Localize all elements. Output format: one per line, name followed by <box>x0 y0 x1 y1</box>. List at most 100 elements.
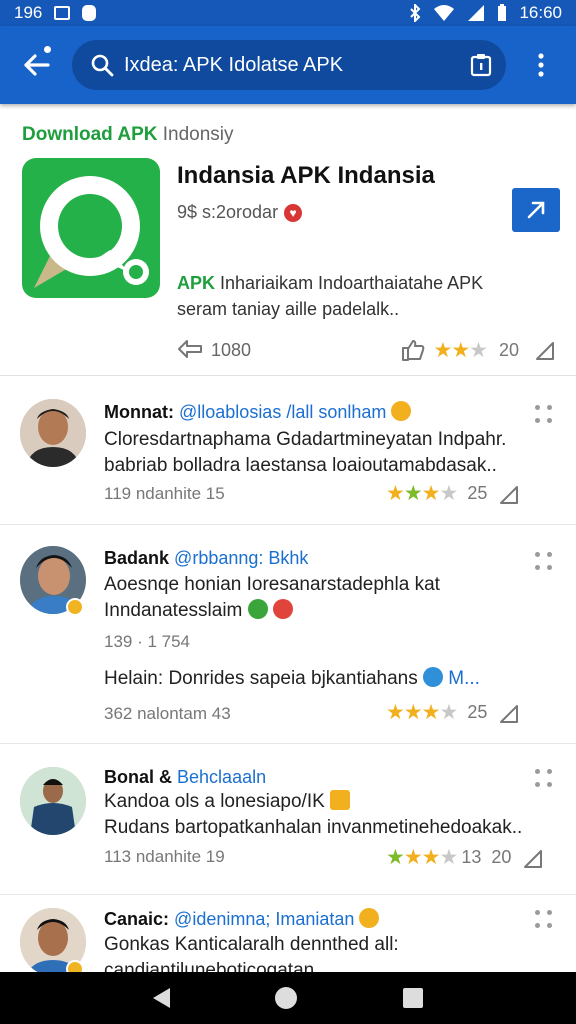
review-item[interactable]: Monnat: @lloablosias /lall sonlham Clore… <box>0 377 576 525</box>
avatar[interactable] <box>20 767 86 835</box>
review-rating-value: 20 <box>491 847 512 867</box>
review-line: Aoesnqe honian Ioresanarstadephla kat <box>104 574 440 595</box>
app-notification-icon <box>82 5 97 21</box>
notification-dot <box>44 46 51 53</box>
review-header: Monnat: @lloablosias /lall sonlham <box>104 401 412 423</box>
back-button[interactable] <box>0 26 72 104</box>
status-time: 16:60 <box>519 3 562 22</box>
review-stars: ★ ★ ★ ★ <box>386 482 458 505</box>
review-line: Cloresdartnaphama Gdadartmineyatan Indpa… <box>104 429 507 450</box>
clipboard-icon[interactable] <box>470 53 492 77</box>
avatar[interactable] <box>20 399 86 467</box>
review-rating-value: 25 <box>467 483 488 503</box>
app-rating-value: 20 <box>498 339 519 360</box>
review-more-button[interactable] <box>532 910 556 932</box>
verified-badge-icon <box>66 598 84 616</box>
card-actions: 1080 ★ ★ ★ 20 <box>177 336 557 364</box>
reviewer-name: Monnat: <box>104 402 174 422</box>
chat-bubble-logo-icon <box>34 176 149 288</box>
emoji-icon <box>423 667 443 687</box>
review-stars: ★ ★ ★ ★ <box>386 701 458 724</box>
review-line: babriab bolladra laestansa loaioutamabda… <box>104 455 497 476</box>
app-star-rating: ★ ★ ★ <box>433 338 487 362</box>
review-header: Badank @rbbanng: Bkhk <box>104 548 308 569</box>
open-external-button[interactable] <box>512 188 560 232</box>
reply-label: Helain: <box>104 668 164 689</box>
emoji-icon <box>391 401 412 421</box>
review-line: Rudans bartopatkanhalan invanmetinehedoa… <box>104 817 523 838</box>
card-heading: Download APK Indonsiy <box>22 124 234 146</box>
nav-back-icon[interactable] <box>152 988 170 1008</box>
nav-recents-icon[interactable] <box>403 988 424 1008</box>
like-count: 1080 <box>211 339 252 360</box>
review-rating-value: 25 <box>467 702 488 722</box>
share-icon[interactable] <box>497 702 521 724</box>
review-more-button[interactable] <box>532 405 556 427</box>
share-icon[interactable] <box>497 483 521 505</box>
review-line-with-emoji: Kandoa ols a lonesiapo/IK <box>104 789 524 815</box>
review-item[interactable]: Bonal & Behclaaaln Kandoa ols a lonesiap… <box>0 745 576 895</box>
review-line-with-emoji: Inndanatesslaim <box>104 598 524 624</box>
thumbs-up-icon[interactable] <box>401 339 425 361</box>
more-vertical-icon <box>538 53 544 77</box>
review-body: Kandoa ols a lonesiapo/IK Rudans bartopa… <box>104 789 524 841</box>
review-line: candiantiluneboticogatan <box>104 960 315 972</box>
review-extra-count: 13 <box>461 847 482 867</box>
reply-handle[interactable]: M... <box>448 668 480 689</box>
system-nav-bar <box>0 972 576 1024</box>
status-right: 16:60 <box>409 3 562 23</box>
back-arrow-icon <box>24 54 50 76</box>
review-meta: 362 nalontam 43 <box>104 704 231 723</box>
reviewer-name: Bonal & <box>104 767 173 787</box>
emoji-icon <box>272 599 293 619</box>
review-header: Bonal & Behclaaaln <box>104 767 266 788</box>
heart-icon: ♥ <box>284 203 303 222</box>
review-more-button[interactable] <box>532 552 556 574</box>
review-body: Gonkas Kanticalaralh dennthed all: candi… <box>104 932 524 972</box>
bluetooth-icon <box>410 4 421 22</box>
battery-icon <box>498 4 507 21</box>
review-more-button[interactable] <box>532 769 556 791</box>
reviewer-handle[interactable]: @rbbanng: Bkhk <box>174 548 308 568</box>
review-item[interactable]: Badank @rbbanng: Bkhk Aoesnqe honian Ior… <box>0 526 576 744</box>
review-time: 139 · 1 754 <box>104 632 191 651</box>
overflow-menu-button[interactable] <box>506 26 576 104</box>
heading-primary: Download APK <box>22 124 158 145</box>
search-bar[interactable]: Ixdea: APK Idolatse APK <box>72 40 506 90</box>
user-photo-icon <box>20 399 86 467</box>
review-stars: ★ ★ ★ ★ <box>386 846 458 869</box>
status-left: 196 <box>14 3 97 23</box>
emoji-icon <box>359 908 380 928</box>
wifi-icon <box>434 5 455 21</box>
search-input[interactable]: Ixdea: APK Idolatse APK <box>124 54 470 77</box>
emoji-icon <box>247 599 268 619</box>
status-number: 196 <box>14 3 43 22</box>
review-rating: ★ ★ ★ ★ 13 20 <box>386 845 545 870</box>
desc-line-1: Inhariaikam Indoarthaiatahe APK <box>215 273 484 293</box>
share-icon[interactable] <box>533 339 557 361</box>
app-subtitle-text: 9$ s:2orodar <box>177 202 279 222</box>
reviewer-handle[interactable]: @lloablosias /lall sonlham <box>179 402 386 422</box>
share-icon[interactable] <box>521 847 545 869</box>
review-header: Canaic: @idenimna; Imaniatan <box>104 908 380 930</box>
verified-badge-icon <box>66 960 84 972</box>
signal-icon <box>468 5 485 21</box>
review-rating: ★ ★ ★ ★ 25 <box>386 481 521 506</box>
nav-home-icon[interactable] <box>275 987 298 1009</box>
share-arrow-icon[interactable] <box>177 339 203 361</box>
review-meta: 113 ndanhite 19 <box>104 847 225 866</box>
status-bar: 196 16:60 <box>0 0 576 26</box>
reviewer-handle[interactable]: @idenimna; Imaniatan <box>174 909 354 929</box>
app-logo[interactable] <box>22 158 160 298</box>
review-meta: 119 ndanhite 15 <box>104 484 225 503</box>
reviewer-handle[interactable]: Behclaaaln <box>177 767 266 787</box>
review-item[interactable]: Canaic: @idenimna; Imaniatan Gonkas Kant… <box>0 896 576 972</box>
app-description: APK Inhariaikam Indoarthaiatahe APK sera… <box>177 270 557 322</box>
reviewer-name: Canaic: <box>104 909 170 929</box>
desc-line-2: seram taniay aille padelalk.. <box>177 299 400 319</box>
heading-secondary: Indonsiy <box>162 124 234 145</box>
review-rating: ★ ★ ★ ★ 25 <box>386 700 521 725</box>
reviewer-name: Badank <box>104 548 170 568</box>
desc-keyword: APK <box>177 273 216 293</box>
emoji-icon <box>330 790 351 810</box>
